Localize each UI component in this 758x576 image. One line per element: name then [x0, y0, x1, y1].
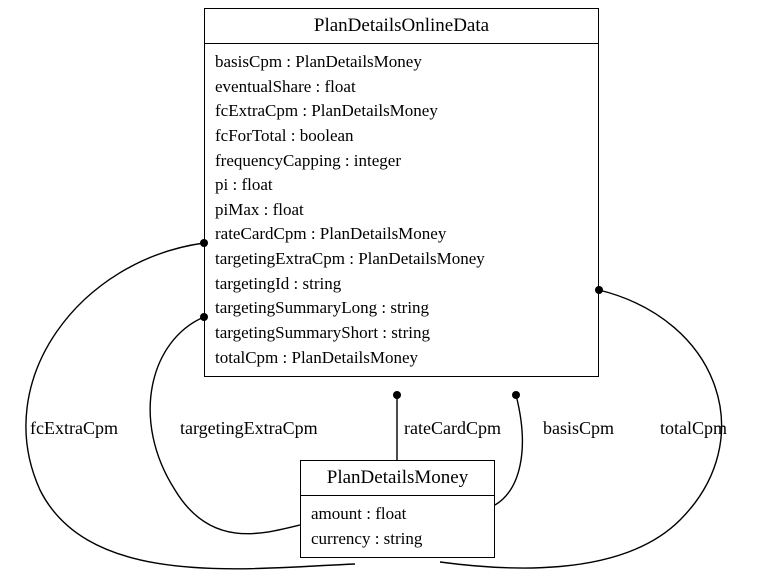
attr-row: targetingSummaryLong : string [215, 296, 588, 321]
attr-row: basisCpm : PlanDetailsMoney [215, 50, 588, 75]
attr-row: currency : string [311, 527, 484, 552]
attr-row: pi : float [215, 173, 588, 198]
assoc-label-ratecardcpm: rateCardCpm [404, 418, 501, 439]
class-attributes: amount : float currency : string [301, 496, 494, 557]
attr-row: targetingId : string [215, 272, 588, 297]
attr-row: fcExtraCpm : PlanDetailsMoney [215, 99, 588, 124]
assoc-label-targetingextracpm: targetingExtraCpm [180, 418, 318, 439]
attr-row: frequencyCapping : integer [215, 149, 588, 174]
assoc-label-fcextracpm: fcExtraCpm [30, 418, 118, 439]
attr-row: piMax : float [215, 198, 588, 223]
attr-row: eventualShare : float [215, 75, 588, 100]
class-attributes: basisCpm : PlanDetailsMoney eventualShar… [205, 44, 598, 376]
class-plan-details-money: PlanDetailsMoney amount : float currency… [300, 460, 495, 558]
attr-row: targetingExtraCpm : PlanDetailsMoney [215, 247, 588, 272]
attr-row: targetingSummaryShort : string [215, 321, 588, 346]
attr-row: fcForTotal : boolean [215, 124, 588, 149]
assoc-label-totalcpm: totalCpm [660, 418, 727, 439]
class-title: PlanDetailsMoney [301, 461, 494, 496]
assoc-label-basiscpm: basisCpm [543, 418, 614, 439]
attr-row: totalCpm : PlanDetailsMoney [215, 346, 588, 371]
class-plan-details-online-data: PlanDetailsOnlineData basisCpm : PlanDet… [204, 8, 599, 377]
attr-row: rateCardCpm : PlanDetailsMoney [215, 222, 588, 247]
class-title: PlanDetailsOnlineData [205, 9, 598, 44]
attr-row: amount : float [311, 502, 484, 527]
